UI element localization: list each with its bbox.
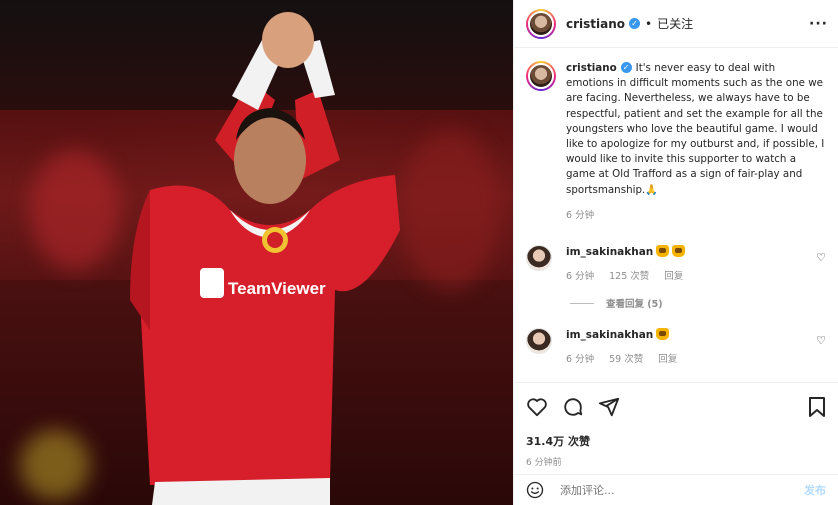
caption-meta: 6 分钟 (566, 208, 826, 223)
post-time: 6 分钟前 (526, 458, 562, 468)
verified-badge-icon: ✓ (620, 62, 632, 73)
post-photo[interactable]: TeamViewer (0, 0, 513, 505)
share-icon[interactable] (598, 396, 620, 418)
view-replies-label: 查看回复 (5) (606, 299, 663, 311)
comment-meta: 6 分钟 125 次赞 回复 (566, 268, 826, 282)
verified-badge-icon: ✓ (629, 18, 641, 29)
commenter-avatar[interactable] (526, 328, 552, 355)
player-figure: TeamViewer (130, 12, 400, 505)
commenter-avatar[interactable] (526, 245, 552, 272)
comment-item: im_sakinakhan 6 分钟 125 次赞 回复 ♡ (526, 245, 826, 282)
emoji-icon (656, 245, 670, 258)
emoji-icon (672, 245, 686, 258)
separator-dot: • (645, 16, 653, 31)
comment-icon[interactable] (562, 396, 584, 418)
follow-status-button[interactable]: 已关注 (657, 15, 693, 32)
comment-item: im_sakinakhan 6 分钟 59 次赞 回复 ♡ (526, 328, 826, 365)
commenter-username[interactable]: im_sakinakhan (566, 329, 653, 341)
emoji-icon (656, 328, 670, 341)
caption-text: It's never easy to deal with emotions in… (566, 62, 825, 196)
comment-time: 6 分钟 (566, 271, 595, 283)
comment-likes[interactable]: 125 次赞 (609, 271, 649, 282)
comment-likes[interactable]: 59 次赞 (609, 354, 643, 365)
caption-username[interactable]: cristiano (566, 62, 617, 74)
reply-button[interactable]: 回复 (664, 271, 683, 282)
view-replies-button[interactable]: 查看回复 (5) (570, 296, 826, 310)
post-comment-button[interactable]: 发布 (804, 482, 826, 498)
svg-text:TeamViewer: TeamViewer (228, 279, 326, 298)
caption: cristiano ✓ It's never easy to deal with e… (526, 61, 826, 223)
smiley-icon[interactable] (526, 481, 544, 499)
replies-divider (570, 302, 594, 304)
author-avatar[interactable] (526, 8, 556, 39)
comment-composer: 发布 (514, 474, 838, 505)
comment-input[interactable] (560, 483, 760, 497)
comment-like-heart-icon[interactable]: ♡ (816, 334, 826, 347)
more-icon[interactable]: ··· (809, 16, 828, 32)
post-header: cristiano ✓ • 已关注 ··· (514, 0, 838, 48)
post-actions: 31.4万 次赞 6 分钟前 (514, 382, 838, 468)
post-detail-panel: cristiano ✓ • 已关注 ··· cristiano ✓ It's nev… (513, 0, 838, 505)
comment-time: 6 分钟 (566, 354, 595, 366)
caption-author-avatar[interactable] (526, 61, 556, 91)
reply-button[interactable]: 回复 (658, 354, 677, 365)
author-username[interactable]: cristiano (566, 17, 625, 31)
caption-time: 6 分钟 (566, 209, 595, 221)
likes-count[interactable]: 31.4万 次赞 (526, 433, 826, 449)
heart-icon[interactable] (526, 397, 548, 417)
comment-like-heart-icon[interactable]: ♡ (816, 251, 826, 264)
bookmark-icon[interactable] (808, 396, 826, 418)
comment-meta: 6 分钟 59 次赞 回复 (566, 351, 826, 365)
comments-list[interactable]: cristiano ✓ It's never easy to deal with e… (514, 49, 838, 382)
commenter-username[interactable]: im_sakinakhan (566, 246, 653, 258)
